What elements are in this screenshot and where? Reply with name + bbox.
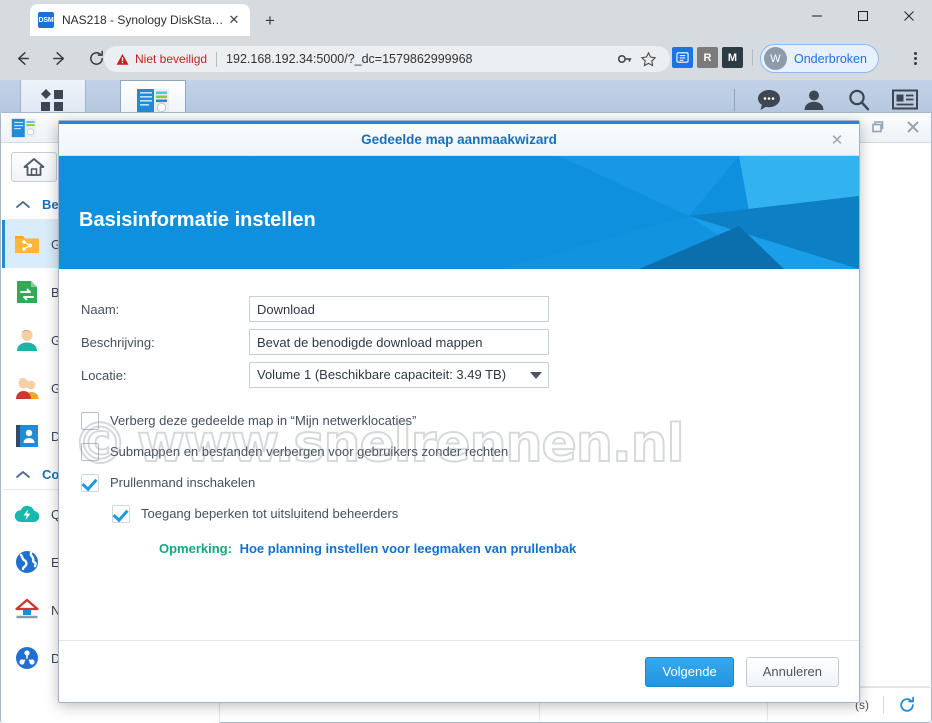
- dsm-desktop: Be G B G G D Co Q E N D (s) Gedeelde map…: [0, 80, 932, 723]
- note-label: Opmerking:: [159, 541, 232, 556]
- minimize-icon[interactable]: [794, 0, 840, 32]
- dialog-titlebar: Gedeelde map aanmaakwizard ✕: [59, 121, 859, 156]
- profile-label: Onderbroken: [794, 51, 867, 66]
- locatie-select[interactable]: Volume 1 (Beschikbare capaciteit: 3.49 T…: [249, 362, 549, 388]
- tab-title: NAS218 - Synology DiskStation: [62, 13, 226, 27]
- naam-label: Naam:: [81, 301, 120, 317]
- key-icon[interactable]: [615, 50, 634, 69]
- checkbox-row-submappen-verbergen: Submappen en bestanden verbergen voor ge…: [59, 436, 859, 467]
- banner-decoration: [439, 156, 859, 269]
- browser-tab[interactable]: DSM NAS218 - Synology DiskStation ✕: [30, 4, 250, 36]
- kebab-menu-icon[interactable]: [906, 48, 924, 68]
- window-controls: [794, 0, 932, 32]
- dialog-close-icon[interactable]: ✕: [827, 130, 847, 150]
- toegang-beperken-beheerders-label: Toegang beperken tot uitsluitend beheerd…: [141, 506, 399, 521]
- toolbar-divider: [752, 49, 753, 66]
- reader-extension-icon[interactable]: [672, 47, 693, 68]
- back-arrow-icon[interactable]: [7, 43, 37, 73]
- tab-close-icon[interactable]: ✕: [226, 12, 242, 28]
- omnibox-divider: [216, 51, 218, 67]
- checkbox-row-verberg-gedeelde-map: Verberg deze gedeelde map in “Mijn netwe…: [59, 405, 859, 436]
- prullenmand-inschakelen-checkbox[interactable]: [81, 473, 99, 492]
- verberg-gedeelde-map-label: Verberg deze gedeelde map in “Mijn netwe…: [110, 413, 417, 428]
- beschrijving-label: Beschrijving:: [81, 334, 155, 350]
- dialog-banner: Basisinformatie instellen: [59, 156, 859, 269]
- form-row-naam: Naam:: [59, 293, 859, 325]
- not-secure-warning-icon: [116, 53, 129, 66]
- address-bar[interactable]: Niet beveiligd 192.168.192.34:5000/?_dc=…: [104, 46, 670, 72]
- security-status-label: Niet beveiligd: [135, 52, 208, 66]
- browser-window: DSM NAS218 - Synology DiskStation ✕ + Ni…: [0, 0, 932, 723]
- naam-input[interactable]: [249, 296, 549, 322]
- close-icon[interactable]: [886, 0, 932, 32]
- prullenmand-inschakelen-label: Prullenmand inschakelen: [110, 475, 256, 490]
- tab-favicon-icon: DSM: [38, 12, 54, 28]
- note-row: Opmerking: Hoe planning instellen voor l…: [59, 541, 859, 556]
- url-text: 192.168.192.34:5000/?_dc=1579862999968: [226, 52, 473, 66]
- checkbox-row-prullenmand-inschakelen: Prullenmand inschakelen: [59, 467, 859, 498]
- star-icon[interactable]: [639, 50, 658, 69]
- avatar: W: [764, 47, 787, 70]
- maximize-icon[interactable]: [840, 0, 886, 32]
- forward-arrow-icon[interactable]: [44, 43, 74, 73]
- beschrijving-input[interactable]: [249, 329, 549, 355]
- dialog-title: Gedeelde map aanmaakwizard: [361, 132, 557, 147]
- dialog-banner-title: Basisinformatie instellen: [79, 209, 316, 231]
- locatie-label: Locatie:: [81, 367, 127, 383]
- toegang-beperken-beheerders-checkbox[interactable]: [112, 504, 130, 523]
- extension-icons: R M: [672, 47, 758, 68]
- tab-strip: DSM NAS218 - Synology DiskStation ✕ +: [0, 0, 932, 36]
- profile-button[interactable]: W Onderbroken: [760, 44, 879, 73]
- chevron-down-icon: [530, 372, 542, 379]
- cancel-button[interactable]: Annuleren: [745, 656, 839, 687]
- submappen-verbergen-label: Submappen en bestanden verbergen voor ge…: [110, 444, 509, 459]
- submappen-verbergen-checkbox[interactable]: [81, 442, 99, 461]
- checkbox-row-toegang-beperken-beheerders: Toegang beperken tot uitsluitend beheerd…: [59, 498, 859, 529]
- dialog-body: Naam: Beschrijving: Locatie: Volume 1 (B…: [59, 269, 859, 659]
- next-button[interactable]: Volgende: [645, 656, 734, 687]
- dialog-footer: Volgende Annuleren: [59, 640, 859, 702]
- form-row-beschrijving: Beschrijving:: [59, 326, 859, 358]
- shared-folder-wizard-dialog: Gedeelde map aanmaakwizard ✕ Basisinform…: [58, 120, 860, 703]
- form-row-locatie: Locatie: Volume 1 (Beschikbare capacitei…: [59, 359, 859, 391]
- locatie-selected-value: Volume 1 (Beschikbare capaciteit: 3.49 T…: [257, 367, 507, 382]
- note-link[interactable]: Hoe planning instellen voor leegmaken va…: [240, 541, 577, 556]
- new-tab-button[interactable]: +: [258, 9, 282, 33]
- m-extension-icon[interactable]: M: [722, 47, 743, 68]
- r-extension-icon[interactable]: R: [697, 47, 718, 68]
- verberg-gedeelde-map-checkbox[interactable]: [81, 411, 99, 430]
